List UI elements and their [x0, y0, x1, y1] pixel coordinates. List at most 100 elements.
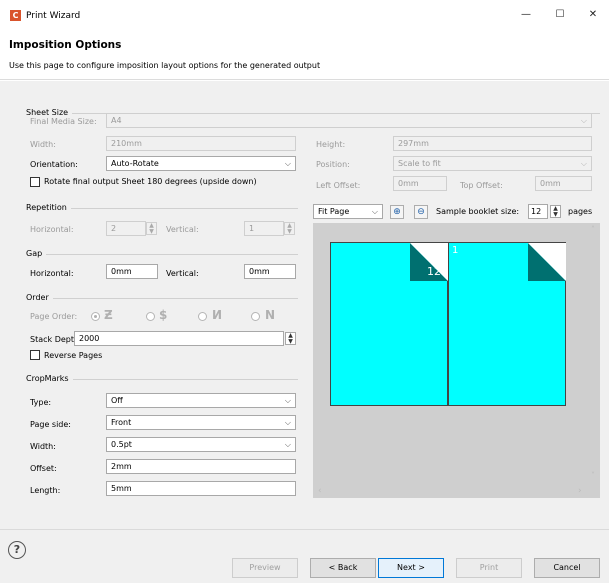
help-icon[interactable]: ? — [8, 541, 26, 559]
cancel-button[interactable]: Cancel — [534, 558, 600, 578]
position-value: Scale to fit — [398, 159, 441, 168]
page-description: Use this page to configure imposition la… — [9, 61, 321, 70]
rotate-label: Rotate final output Sheet 180 degrees (u… — [44, 177, 257, 186]
next-button[interactable]: Next > — [378, 558, 444, 578]
chevron-down-icon: ⌵ — [284, 159, 291, 168]
app-logo-icon: C — [10, 10, 21, 21]
sample-size-spinner[interactable]: ▲ ▼ — [550, 205, 561, 218]
repetition-vertical-spinner[interactable]: ▲ ▼ — [284, 222, 295, 235]
scroll-right-icon[interactable]: › — [578, 486, 582, 496]
preview-page-right: 1 — [448, 242, 566, 406]
chevron-down-icon: ⌵ — [284, 418, 291, 427]
sheet-size-title: Sheet Size — [26, 108, 73, 117]
crop-offset-field[interactable]: 2mm — [106, 459, 296, 474]
pages-label: pages — [568, 207, 593, 216]
top-offset-label: Top Offset: — [460, 181, 503, 190]
order-s-icon: $ — [159, 308, 168, 322]
width-label: Width: — [30, 140, 56, 149]
orientation-select[interactable]: Auto-Rotate ⌵ — [106, 156, 296, 171]
stack-depth-field[interactable]: 2000 — [74, 331, 284, 346]
section-divider — [26, 298, 298, 299]
gap-vertical-label: Vertical: — [166, 269, 199, 278]
cropmarks-title: CropMarks — [26, 374, 73, 383]
page-order-radio-z[interactable] — [91, 312, 100, 321]
page-title: Imposition Options — [9, 39, 122, 51]
final-media-select[interactable]: A4 ⌵ — [106, 113, 592, 128]
preview-canvas: 12 1 — [313, 223, 600, 498]
crop-width-value: 0.5pt — [111, 440, 132, 449]
gap-horizontal-label: Horizontal: — [30, 269, 74, 278]
page-order-radio-n[interactable] — [251, 312, 260, 321]
scroll-up-icon[interactable]: ˄ — [591, 225, 595, 234]
orientation-value: Auto-Rotate — [111, 159, 159, 168]
zoom-select[interactable]: Fit Page ⌵ — [313, 204, 383, 219]
final-media-label: Final Media Size: — [30, 117, 97, 126]
left-page-number: 12 — [427, 265, 441, 278]
chevron-down-icon: ⌵ — [580, 116, 587, 125]
page-order-radio-u[interactable] — [198, 312, 207, 321]
rotate-checkbox[interactable] — [30, 177, 40, 187]
gap-title: Gap — [26, 249, 47, 258]
zoom-in-icon[interactable]: ⊕ — [390, 205, 404, 219]
height-field[interactable]: 297mm — [393, 136, 592, 151]
page-side-value: Front — [111, 418, 132, 427]
order-u-icon: И — [212, 308, 223, 322]
top-offset-field[interactable]: 0mm — [535, 176, 592, 191]
maximize-button[interactable]: ☐ — [550, 6, 570, 24]
chevron-down-icon: ⌵ — [284, 440, 291, 449]
page-order-radio-s[interactable] — [146, 312, 155, 321]
order-z-icon: Ƶ — [104, 308, 113, 322]
footer: ? Preview < Back Next > Print Cancel — [0, 529, 609, 583]
sample-size-field[interactable]: 12 — [528, 204, 548, 219]
left-offset-field[interactable]: 0mm — [393, 176, 447, 191]
scroll-down-icon[interactable]: ˅ — [591, 471, 595, 480]
preview-button[interactable]: Preview — [232, 558, 298, 578]
gap-vertical-field[interactable]: 0mm — [244, 264, 296, 279]
sample-size-label: Sample booklet size: — [436, 207, 520, 216]
section-divider — [26, 254, 298, 255]
repetition-horizontal-label: Horizontal: — [30, 225, 74, 234]
crop-type-value: Off — [111, 396, 123, 405]
position-select[interactable]: Scale to fit ⌵ — [393, 156, 592, 171]
orientation-label: Orientation: — [30, 160, 78, 169]
preview-page-left: 12 — [330, 242, 448, 406]
crop-length-field[interactable]: 5mm — [106, 481, 296, 496]
crop-width-select[interactable]: 0.5pt ⌵ — [106, 437, 296, 452]
left-offset-label: Left Offset: — [316, 181, 361, 190]
page-side-label: Page side: — [30, 420, 71, 429]
repetition-vertical-field[interactable]: 1 — [244, 221, 284, 236]
print-button[interactable]: Print — [456, 558, 522, 578]
close-button[interactable]: ✕ — [583, 6, 603, 24]
scroll-left-icon[interactable]: ‹ — [318, 486, 322, 496]
width-field[interactable]: 210mm — [106, 136, 296, 151]
page-order-label: Page Order: — [30, 312, 78, 321]
zoom-out-icon[interactable]: ⊖ — [414, 205, 428, 219]
gap-horizontal-field[interactable]: 0mm — [106, 264, 158, 279]
minimize-button[interactable]: — — [516, 6, 536, 24]
stack-depth-spinner[interactable]: ▲ ▼ — [285, 332, 296, 345]
page-fold-icon — [528, 243, 566, 281]
right-page-number: 1 — [452, 245, 459, 256]
position-label: Position: — [316, 160, 350, 169]
crop-width-label: Width: — [30, 442, 56, 451]
crop-type-label: Type: — [30, 398, 52, 407]
repetition-title: Repetition — [26, 203, 71, 212]
order-n-icon: N — [265, 308, 276, 322]
title-bar: C Print Wizard — ☐ ✕ — [0, 0, 609, 30]
crop-type-select[interactable]: Off ⌵ — [106, 393, 296, 408]
repetition-horizontal-field[interactable]: 2 — [106, 221, 146, 236]
repetition-horizontal-spinner[interactable]: ▲ ▼ — [146, 222, 157, 235]
crop-offset-label: Offset: — [30, 464, 57, 473]
height-label: Height: — [316, 140, 346, 149]
chevron-down-icon: ⌵ — [580, 159, 587, 168]
reverse-pages-label: Reverse Pages — [44, 351, 103, 360]
zoom-value: Fit Page — [318, 207, 350, 216]
back-button[interactable]: < Back — [310, 558, 376, 578]
wizard-header: Imposition Options Use this page to conf… — [0, 30, 609, 80]
chevron-down-icon: ⌵ — [371, 207, 378, 216]
final-media-value: A4 — [111, 116, 122, 125]
window-title: Print Wizard — [26, 11, 81, 21]
crop-length-label: Length: — [30, 486, 61, 495]
reverse-pages-checkbox[interactable] — [30, 350, 40, 360]
page-side-select[interactable]: Front ⌵ — [106, 415, 296, 430]
